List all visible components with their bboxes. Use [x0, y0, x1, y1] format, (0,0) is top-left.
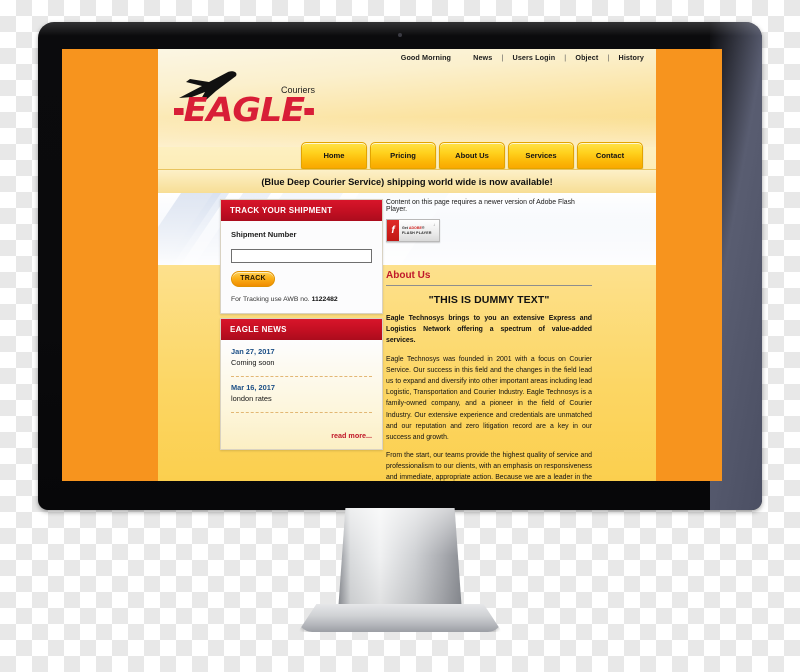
logo-wordmark: EAGLE — [174, 93, 314, 126]
nav-item-contact[interactable]: Contact — [577, 142, 643, 169]
news-item[interactable]: Jan 27, 2017 Coming soon — [231, 347, 372, 371]
news-divider — [231, 411, 372, 413]
section-title-rule — [386, 285, 592, 286]
utility-link-users-login[interactable]: Users Login — [513, 53, 556, 62]
greeting-text: Good Morning — [400, 53, 452, 62]
utility-link-object[interactable]: Object — [575, 53, 598, 62]
utility-separator: | — [607, 53, 610, 62]
utility-separator: | — [564, 53, 567, 62]
announcement-bar: (Blue Deep Courier Service) shipping wor… — [158, 169, 656, 194]
news-divider — [231, 375, 372, 377]
about-paragraph-3: From the start, our teams provide the hi… — [386, 452, 592, 481]
news-item-title: Coming soon — [231, 357, 275, 367]
adobe-flash-icon: f — [387, 220, 399, 241]
news-item-title: london rates — [231, 393, 272, 403]
monitor-stand-neck — [338, 508, 462, 612]
monitor-screen: Good Morning News | Users Login | Object… — [62, 49, 722, 481]
monitor-stand-base — [298, 604, 502, 632]
about-paragraph-2: Eagle Technosys was founded in 2001 with… — [386, 355, 592, 441]
tracking-hint-text: For Tracking use AWB no. — [231, 295, 310, 303]
track-button[interactable]: TRACK — [231, 270, 275, 287]
download-arrow-icon: ↓ — [433, 222, 435, 227]
tracking-hint-number: 1122482 — [311, 295, 338, 303]
main-content: Content on this page requires a newer ve… — [386, 199, 592, 481]
utility-link-news[interactable]: News — [473, 53, 492, 62]
news-item-date: Jan 27, 2017 — [231, 346, 275, 356]
tracking-hint: For Tracking use AWB no. 1122482 — [231, 296, 372, 303]
track-panel-heading: TRACK YOUR SHIPMENT — [221, 200, 382, 221]
about-paragraph-1: Eagle Technosys brings to you an extensi… — [386, 315, 592, 345]
shipment-number-label: Shipment Number — [231, 230, 297, 239]
news-item[interactable]: Mar 16, 2017 london rates — [231, 383, 372, 407]
logo-bar-right — [304, 108, 314, 115]
section-title: About Us — [386, 270, 431, 281]
get-adobe-flash-player-badge[interactable]: f Get ADOBE® FLASH PLAYER ↓ — [386, 219, 440, 242]
news-panel-heading: EAGLE NEWS — [221, 318, 382, 340]
logo-text: EAGLE — [183, 90, 306, 129]
monitor-mockup: Good Morning News | Users Login | Object… — [38, 22, 762, 510]
track-shipment-panel: TRACK YOUR SHIPMENT Shipment Number TRAC… — [220, 199, 383, 314]
flash-player-notice: Content on this page requires a newer ve… — [386, 199, 575, 213]
utility-separator: | — [501, 53, 504, 62]
shipment-number-input[interactable] — [231, 248, 372, 263]
dummy-heading: "THIS IS DUMMY TEXT" — [428, 294, 550, 306]
flash-badge-line2: FLASH PLAYER — [402, 230, 432, 235]
utility-link-history[interactable]: History — [619, 53, 644, 62]
logo-tagline: Couriers — [281, 85, 316, 95]
news-item-date: Mar 16, 2017 — [231, 382, 275, 392]
logo-bar-left — [174, 108, 184, 115]
nav-item-pricing[interactable]: Pricing — [370, 142, 436, 169]
nav-item-about-us[interactable]: About Us — [439, 142, 505, 169]
nav-item-services[interactable]: Services — [508, 142, 574, 169]
announcement-text: (Blue Deep Courier Service) shipping wor… — [261, 177, 553, 187]
read-more-link[interactable]: read more... — [231, 419, 372, 440]
website-page: Good Morning News | Users Login | Object… — [158, 49, 656, 481]
site-header: Good Morning News | Users Login | Object… — [158, 49, 656, 169]
site-logo[interactable]: EAGLE Couriers — [174, 71, 394, 133]
eagle-news-panel: EAGLE NEWS Jan 27, 2017 Coming soon Mar … — [220, 317, 383, 450]
main-nav: Home Pricing About Us Services Contact — [301, 142, 643, 169]
nav-item-home[interactable]: Home — [301, 142, 367, 169]
sidebar: TRACK YOUR SHIPMENT Shipment Number TRAC… — [220, 199, 383, 450]
webcam-icon — [398, 33, 402, 37]
utility-nav: Good Morning News | Users Login | Object… — [401, 53, 644, 62]
